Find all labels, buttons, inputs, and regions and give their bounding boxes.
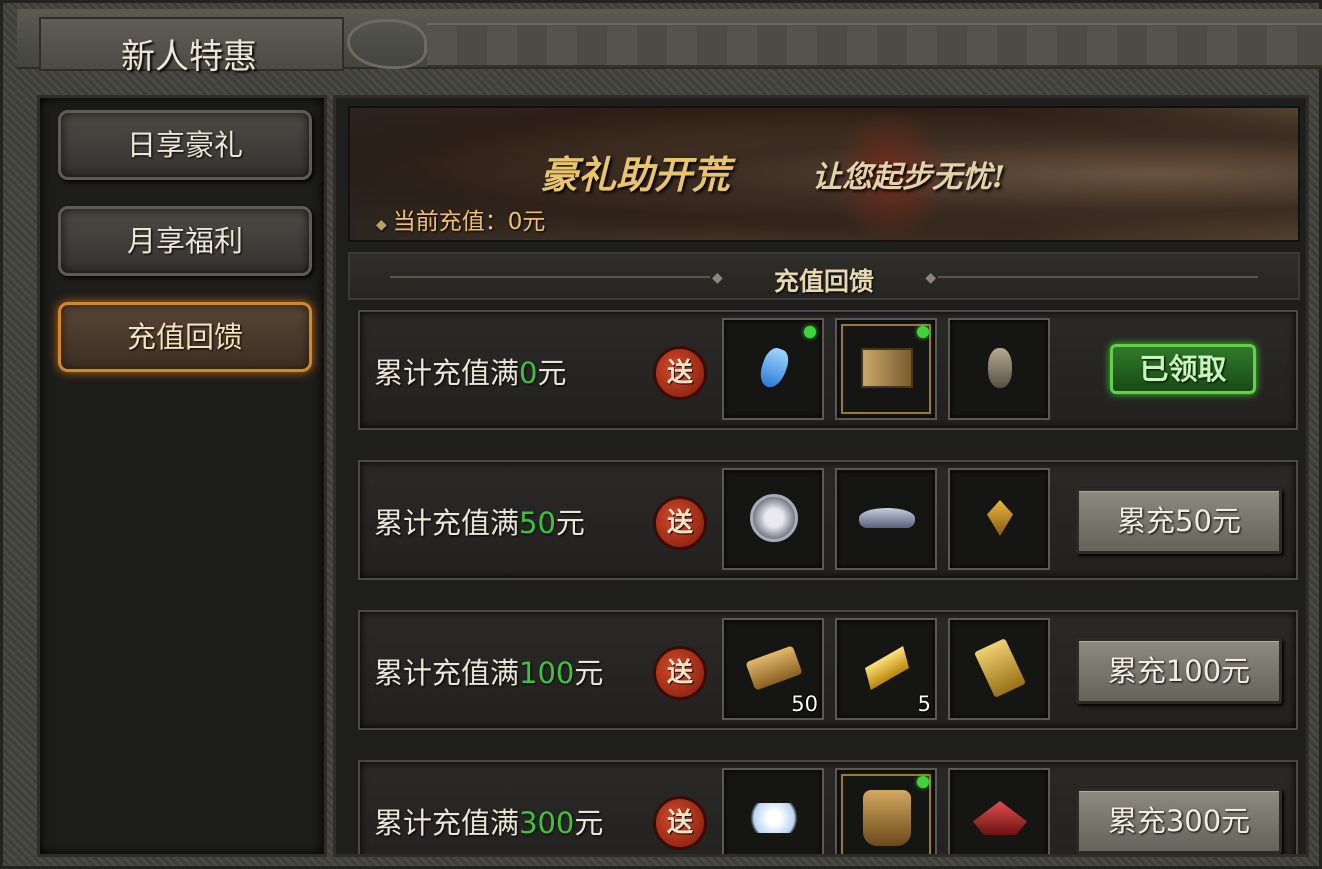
recharge-300-button[interactable]: 累充300元 [1076,788,1282,854]
recharge-50-button[interactable]: 累充50元 [1076,488,1282,554]
gift-badge: 送 [653,796,707,850]
diamond-icon: ◆ [376,217,387,233]
bamboo-hat-icon[interactable] [835,468,937,570]
title-ornament [347,19,427,69]
ring-icon[interactable] [722,468,824,570]
reward-amount: 100 [519,656,575,690]
reward-amount: 0 [519,356,538,390]
sidebar-item-label: 月享福利 [126,224,243,258]
reward-condition: 累计充值满300元 [374,800,603,842]
item-count: 50 [791,692,818,716]
reward-row: 累计充值满100元 送 50 5 累充100元 [358,610,1298,730]
skill-book-icon[interactable] [835,318,937,420]
reward-condition-suffix: 元 [574,806,604,840]
gift-badge: 送 [653,496,707,550]
diamond-icon: ◆ [925,270,936,286]
blue-potion-icon[interactable] [722,318,824,420]
reward-condition-suffix: 元 [537,356,567,390]
reward-condition-prefix: 累计充值满 [374,356,520,390]
title-plate: 新人特惠 [39,17,344,77]
reward-condition-suffix: 元 [555,506,585,540]
current-recharge-label: 当前充值：0元 [392,209,546,235]
reward-condition: 累计充值满100元 [374,650,603,692]
new-dot [804,326,816,338]
reward-row: 累计充值满300元 送 累充300元 [358,760,1298,854]
item-count: 5 [917,692,931,716]
reward-amount: 300 [519,806,575,840]
reward-condition-suffix: 元 [574,656,604,690]
title-bar: 新人特惠 [17,9,1322,77]
sidebar-item-label: 日享豪礼 [126,128,243,162]
reward-row: 累计充值满0元 送 已领取 [358,310,1298,430]
reward-condition-prefix: 累计充值满 [374,506,520,540]
promo-banner: 豪礼助开荒 让您起步无忧! ◆ 当前充值：0元 [348,106,1300,244]
reward-row: 累计充值满50元 送 累充50元 [358,460,1298,580]
scroll-icon[interactable]: 50 [722,618,824,720]
window-title: 新人特惠 [121,37,257,77]
talisman-icon[interactable] [948,618,1050,720]
sidebar: 日享豪礼 月享福利 充值回馈 [37,95,327,857]
title-pattern [427,23,1322,67]
reward-amount: 50 [519,506,556,540]
banner-slogan-sub: 让您起步无忧! [812,160,1006,195]
section-header: ◆ 充值回馈 ◆ [348,252,1300,300]
gift-badge: 送 [653,646,707,700]
crystal-pile-icon[interactable] [722,768,824,854]
amulet-icon[interactable] [948,468,1050,570]
current-recharge: ◆ 当前充值：0元 [376,202,545,236]
armor-icon[interactable] [835,768,937,854]
main-panel: 豪礼助开荒 让您起步无忧! ◆ 当前充值：0元 ◆ 充值回馈 ◆ 累计充值满0元 … [333,95,1309,857]
gold-bar-icon[interactable]: 5 [835,618,937,720]
new-dot [917,776,929,788]
reward-condition-prefix: 累计充值满 [374,656,520,690]
recharge-100-button[interactable]: 累充100元 [1076,638,1282,704]
vase-icon[interactable] [948,318,1050,420]
sidebar-item-recharge-rewards[interactable]: 充值回馈 [58,302,312,372]
gift-badge: 送 [653,346,707,400]
sidebar-item-daily-gift[interactable]: 日享豪礼 [58,110,312,180]
crest-icon[interactable] [948,768,1050,854]
sidebar-item-label: 充值回馈 [126,320,243,354]
claimed-badge: 已领取 [1110,344,1256,394]
reward-condition: 累计充值满50元 [374,500,585,542]
window-frame: 新人特惠 日享豪礼 月享福利 充值回馈 豪礼助开荒 让您起步无忧! ◆ 当前充值：… [0,0,1322,869]
new-dot [917,326,929,338]
sidebar-item-monthly-welfare[interactable]: 月享福利 [58,206,312,276]
reward-condition-prefix: 累计充值满 [374,806,520,840]
reward-condition: 累计充值满0元 [374,350,566,392]
banner-slogan-main: 豪礼助开荒 [540,152,731,197]
divider [938,276,1258,278]
section-title: 充值回馈 [773,267,874,296]
